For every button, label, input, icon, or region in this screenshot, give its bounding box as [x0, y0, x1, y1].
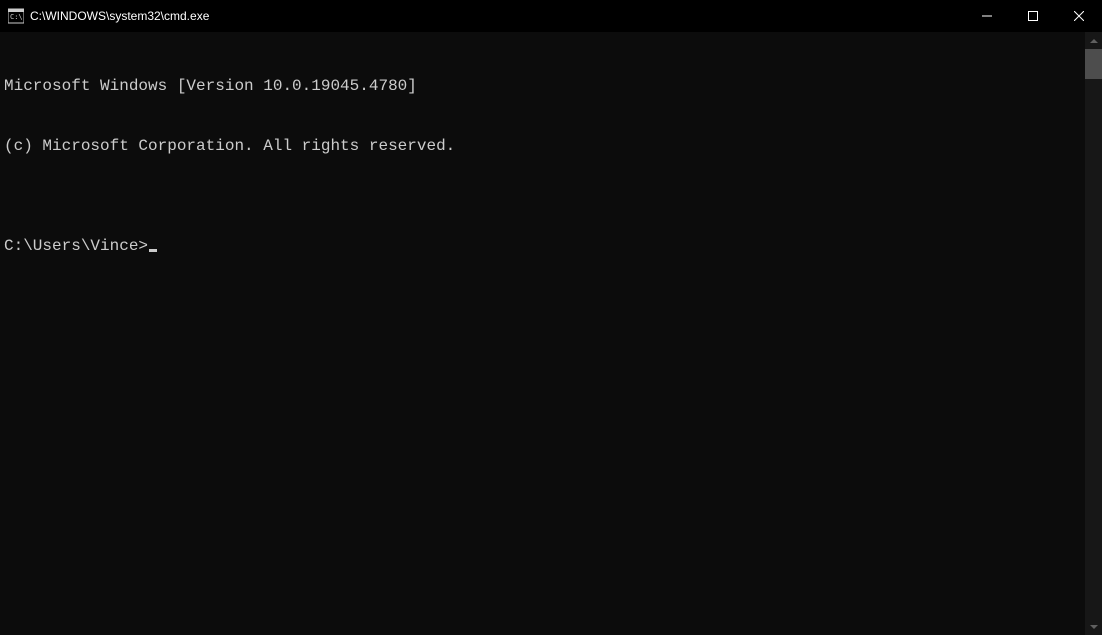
- svg-text:C:\: C:\: [10, 13, 23, 21]
- titlebar: C:\ C:\WINDOWS\system32\cmd.exe: [0, 0, 1102, 32]
- prompt-line: C:\Users\Vince>: [4, 236, 1085, 256]
- cmd-window: C:\ C:\WINDOWS\system32\cmd.exe: [0, 0, 1102, 635]
- titlebar-left: C:\ C:\WINDOWS\system32\cmd.exe: [8, 8, 209, 24]
- window-controls: [964, 0, 1102, 32]
- copyright-line: (c) Microsoft Corporation. All rights re…: [4, 136, 1085, 156]
- close-button[interactable]: [1056, 0, 1102, 32]
- prompt-text: C:\Users\Vince>: [4, 236, 148, 256]
- scroll-up-arrow[interactable]: [1085, 32, 1102, 49]
- terminal-output[interactable]: Microsoft Windows [Version 10.0.19045.47…: [0, 32, 1085, 635]
- minimize-button[interactable]: [964, 0, 1010, 32]
- version-line: Microsoft Windows [Version 10.0.19045.47…: [4, 76, 1085, 96]
- scroll-track[interactable]: [1085, 49, 1102, 618]
- scroll-down-arrow[interactable]: [1085, 618, 1102, 635]
- window-title: C:\WINDOWS\system32\cmd.exe: [30, 9, 209, 23]
- cursor: [149, 249, 157, 252]
- terminal-body: Microsoft Windows [Version 10.0.19045.47…: [0, 32, 1102, 635]
- vertical-scrollbar[interactable]: [1085, 32, 1102, 635]
- maximize-button[interactable]: [1010, 0, 1056, 32]
- cmd-icon: C:\: [8, 8, 24, 24]
- scroll-thumb[interactable]: [1085, 49, 1102, 79]
